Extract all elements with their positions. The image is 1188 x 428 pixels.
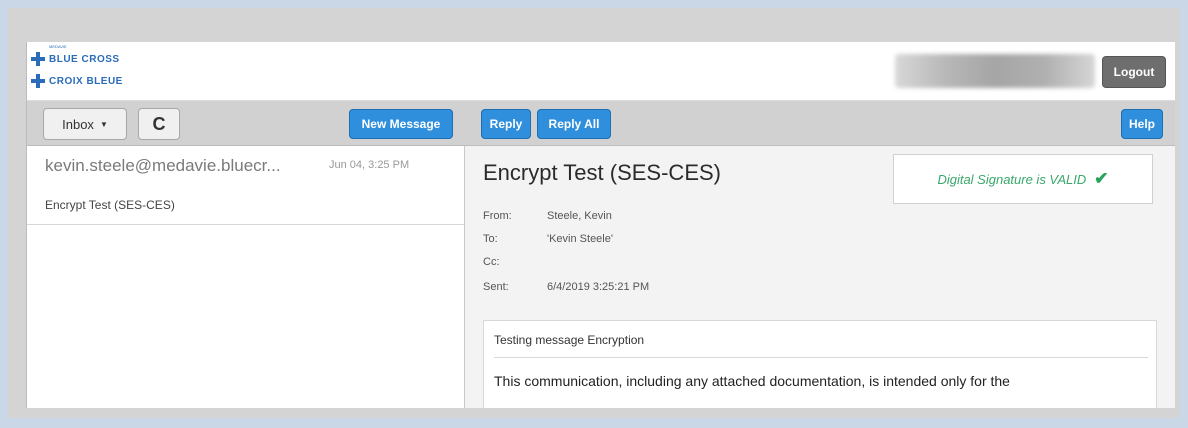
toolbar: Inbox ▼ C New Message Reply Reply All He… [27, 101, 1175, 146]
to-label: To: [483, 233, 498, 245]
message-body-first-line: Testing message Encryption [494, 333, 645, 347]
logo-text-english: BLUE CROSS [49, 53, 120, 65]
secure-mail-app: MEDAVIE BLUE CROSS CROIX BLEUE Logout In… [26, 42, 1175, 408]
signature-status-text: Digital Signature is VALID [937, 171, 1087, 187]
cross-icon [31, 52, 45, 66]
sent-label: Sent: [483, 281, 509, 293]
list-item-date: Jun 04, 3:25 PM [329, 159, 410, 171]
to-value: 'Kevin Steele' [547, 233, 613, 245]
list-item-subject: Encrypt Test (SES-CES) [45, 198, 175, 212]
caret-down-icon: ▼ [99, 119, 108, 129]
inbox-label: Inbox [62, 116, 94, 132]
reply-button[interactable]: Reply [481, 109, 531, 139]
app-header: MEDAVIE BLUE CROSS CROIX BLEUE Logout [27, 42, 1175, 101]
sent-value: 6/4/2019 3:25:21 PM [547, 281, 650, 293]
inbox-dropdown[interactable]: Inbox ▼ [43, 108, 127, 140]
list-item[interactable]: kevin.steele@medavie.bluecr... Jun 04, 3… [27, 146, 464, 225]
cc-label: Cc: [483, 256, 500, 268]
logo-row-english: MEDAVIE BLUE CROSS [31, 44, 120, 69]
from-value: Steele, Kevin [547, 210, 612, 222]
logo-row-french: CROIX BLEUE [31, 71, 123, 91]
new-message-button[interactable]: New Message [349, 109, 453, 139]
refresh-icon: C [152, 113, 166, 134]
message-list: kevin.steele@medavie.bluecr... Jun 04, 3… [27, 146, 465, 408]
help-button[interactable]: Help [1121, 109, 1163, 139]
list-item-sender: kevin.steele@medavie.bluecr... [45, 156, 281, 175]
user-name-redacted [895, 54, 1095, 88]
message-body-text: This communication, including any attach… [494, 373, 1010, 389]
reading-pane: Encrypt Test (SES-CES) Digital Signature… [465, 146, 1175, 408]
reply-all-button[interactable]: Reply All [537, 109, 611, 139]
logo-small-text: MEDAVIE [49, 44, 67, 49]
logo-text-french: CROIX BLEUE [49, 75, 123, 87]
body-divider [494, 357, 1148, 358]
blue-cross-logo: MEDAVIE BLUE CROSS CROIX BLEUE [31, 44, 201, 95]
from-label: From: [483, 210, 512, 222]
refresh-button[interactable]: C [138, 108, 180, 140]
logout-button[interactable]: Logout [1102, 56, 1166, 88]
message-subject: Encrypt Test (SES-CES) [483, 160, 721, 185]
cross-icon [31, 74, 45, 88]
signature-status-badge: Digital Signature is VALID ✔ [893, 154, 1153, 204]
check-icon: ✔ [1094, 169, 1109, 188]
message-body: Testing message Encryption This communic… [483, 320, 1157, 408]
